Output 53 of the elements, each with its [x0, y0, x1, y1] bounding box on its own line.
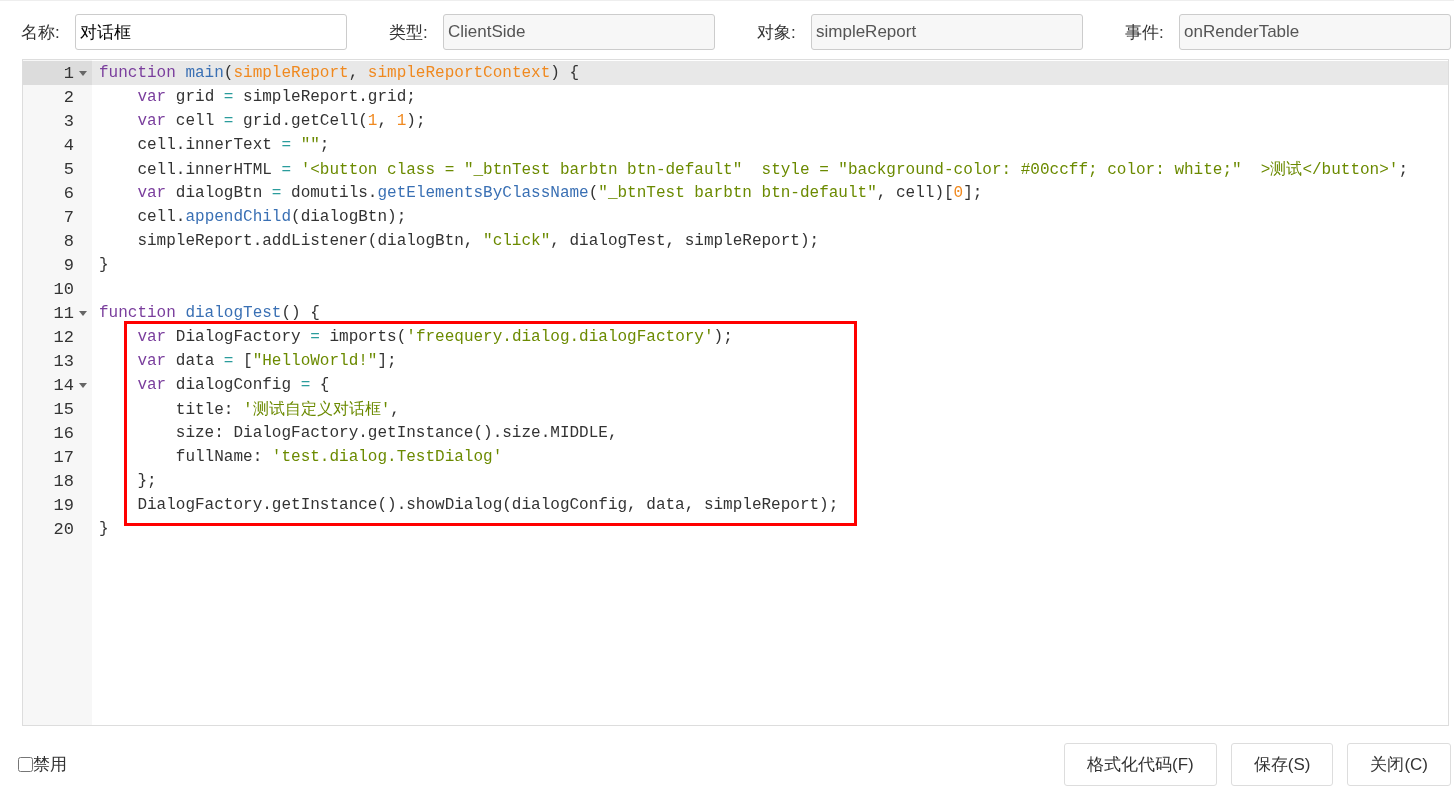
line-number: 14	[53, 375, 74, 395]
code-line: var grid = simpleReport.grid;	[136, 88, 416, 106]
line-number: 18	[53, 471, 75, 491]
code-line: }	[99, 256, 109, 274]
code-line: var DialogFactory = imports('freequery.dialog.dialogFactory');	[136, 328, 733, 346]
code-line: var data = ["HelloWorld!"];	[136, 352, 397, 370]
line-number: 9	[63, 255, 75, 275]
line-number: 19	[53, 495, 75, 515]
line-number: 10	[53, 279, 75, 299]
line-number: 3	[63, 111, 75, 131]
line-number: 1	[63, 63, 74, 83]
field-label: 事件:	[1125, 21, 1165, 44]
code-line: var dialogConfig = {	[136, 376, 330, 394]
fold-caret-icon[interactable]	[79, 311, 87, 316]
code-line: }	[99, 520, 109, 538]
line-number: 12	[53, 327, 75, 347]
code-line: var cell = grid.getCell(1, 1);	[136, 112, 426, 130]
code-line: size: DialogFactory.getInstance().size.MIDDLE,	[174, 424, 618, 442]
line-number: 8	[63, 231, 75, 251]
line-number: 11	[53, 303, 74, 323]
fold-caret-icon[interactable]	[79, 383, 87, 388]
fold-caret-icon[interactable]	[79, 71, 87, 76]
field-label: 类型:	[389, 21, 429, 44]
line-number: 13	[53, 351, 75, 371]
line-number: 15	[53, 399, 75, 419]
checkbox[interactable]	[18, 757, 33, 772]
code-line: cell.innerText = "";	[136, 136, 330, 154]
input-field[interactable]: 对话框	[75, 14, 347, 50]
line-number: 5	[63, 159, 75, 179]
code-line: var dialogBtn = domutils.getElementsByClassName("_btnTest barbtn btn-default", cell)[0];	[136, 184, 983, 202]
line-number: 2	[63, 87, 75, 107]
field-label: 对象:	[757, 21, 797, 44]
line-number: 6	[63, 183, 75, 203]
line-number: 16	[53, 423, 75, 443]
line-number: 20	[53, 519, 75, 539]
code-line: fullName: 'test.dialog.TestDialog'	[174, 448, 503, 466]
code-line: cell.innerHTML = '<button class = "_btnTest barbtn btn-default" style = "background-color: #00ccff; color: white;" >测试</button>';	[136, 159, 1409, 180]
field-label: 名称:	[21, 21, 61, 44]
footer-button[interactable]: 关闭(C)	[1347, 743, 1451, 786]
code-line: function dialogTest() {	[99, 304, 320, 322]
code-line: function main(simpleReport, simpleReportContext) {	[99, 64, 580, 82]
line-number: 7	[63, 207, 75, 227]
code-line: };	[136, 472, 157, 490]
code-line: simpleReport.addListener(dialogBtn, "click", dialogTest, simpleReport);	[136, 232, 820, 250]
code-line: DialogFactory.getInstance().showDialog(dialogConfig, data, simpleReport);	[136, 496, 839, 514]
footer-button[interactable]: 格式化代码(F)	[1064, 743, 1217, 786]
line-number: 17	[53, 447, 75, 467]
footer-button[interactable]: 保存(S)	[1230, 743, 1334, 786]
code-editor[interactable]	[22, 59, 1449, 726]
line-number: 4	[63, 135, 75, 155]
checkbox-label: 禁用	[33, 754, 67, 776]
code-line: title: '测试自定义对话框',	[174, 399, 400, 420]
code-line: cell.appendChild(dialogBtn);	[136, 208, 407, 226]
